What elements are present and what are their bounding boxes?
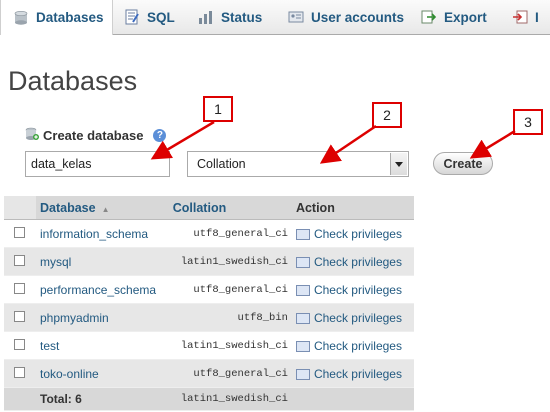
check-privileges-label: Check privileges	[313, 254, 402, 269]
check-privileges-label: Check privileges	[313, 366, 402, 381]
row-checkbox[interactable]	[14, 226, 25, 238]
header-checkbox-column	[4, 196, 36, 220]
table-row: phpmyadmin utf8_bin Check privileges	[4, 303, 414, 332]
row-checkbox-cell	[4, 275, 36, 304]
total-collation: latin1_swedish_ci	[168, 387, 292, 411]
callout-1-arrow	[150, 120, 215, 160]
database-collation: utf8_bin	[168, 303, 292, 332]
row-checkbox[interactable]	[14, 254, 25, 266]
database-collation: utf8_general_ci	[168, 219, 292, 248]
privileges-icon	[295, 256, 310, 268]
total-action-spacer	[291, 387, 414, 411]
total-spacer	[4, 387, 36, 411]
row-checkbox[interactable]	[14, 310, 25, 322]
row-checkbox[interactable]	[14, 282, 25, 294]
database-name-link[interactable]: information_schema	[36, 219, 169, 248]
row-checkbox-cell	[4, 219, 36, 248]
header-collation[interactable]: Collation	[168, 196, 292, 220]
check-privileges-label: Check privileges	[313, 282, 402, 297]
sort-database-link[interactable]: Database	[40, 201, 96, 215]
header-database[interactable]: Database ▲	[36, 196, 169, 220]
sort-collation-link[interactable]: Collation	[173, 201, 226, 215]
check-privileges-label: Check privileges	[313, 338, 402, 353]
table-row: test latin1_swedish_ci Check privileges	[4, 331, 414, 360]
check-privileges-label: Check privileges	[313, 310, 402, 325]
total-label: Total: 6	[36, 387, 169, 411]
database-name-link[interactable]: mysql	[36, 247, 169, 276]
privileges-icon	[295, 228, 310, 240]
table-row: information_schema utf8_general_ci Check p…	[4, 219, 414, 248]
database-name-link[interactable]: phpmyadmin	[36, 303, 169, 332]
database-name-link[interactable]: toko-online	[36, 359, 169, 388]
table-row: performance_schema utf8_general_ci Check p…	[4, 275, 414, 304]
databases-table: Database ▲ Collation Action information_s…	[4, 196, 414, 411]
table-header-row: Database ▲ Collation Action	[4, 196, 414, 220]
row-checkbox-cell	[4, 359, 36, 388]
row-checkbox-cell	[4, 331, 36, 360]
database-collation: latin1_swedish_ci	[168, 331, 292, 360]
privileges-icon	[295, 284, 310, 296]
table-row: toko-online utf8_general_ci Check privileg…	[4, 359, 414, 388]
check-privileges-link[interactable]: Check privileges	[291, 247, 414, 276]
callout-3-arrow	[469, 129, 516, 159]
privileges-icon	[295, 340, 310, 352]
row-checkbox[interactable]	[14, 338, 25, 350]
privileges-icon	[295, 368, 310, 380]
callout-2-arrow	[319, 124, 377, 164]
row-checkbox[interactable]	[14, 366, 25, 378]
privileges-icon	[295, 312, 310, 324]
check-privileges-link[interactable]: Check privileges	[291, 275, 414, 304]
check-privileges-link[interactable]: Check privileges	[291, 331, 414, 360]
database-name-link[interactable]: test	[36, 331, 169, 360]
check-privileges-link[interactable]: Check privileges	[291, 303, 414, 332]
table-row: mysql latin1_swedish_ci Check privileges	[4, 247, 414, 276]
sort-ascending-icon: ▲	[101, 204, 110, 214]
check-privileges-link[interactable]: Check privileges	[291, 219, 414, 248]
table-total-row: Total: 6 latin1_swedish_ci	[4, 387, 414, 411]
check-privileges-link[interactable]: Check privileges	[291, 359, 414, 388]
database-collation: utf8_general_ci	[168, 359, 292, 388]
database-collation: latin1_swedish_ci	[168, 247, 292, 276]
header-action: Action	[291, 196, 414, 220]
row-checkbox-cell	[4, 247, 36, 276]
row-checkbox-cell	[4, 303, 36, 332]
database-collation: utf8_general_ci	[168, 275, 292, 304]
check-privileges-label: Check privileges	[313, 226, 402, 241]
database-name-link[interactable]: performance_schema	[36, 275, 169, 304]
